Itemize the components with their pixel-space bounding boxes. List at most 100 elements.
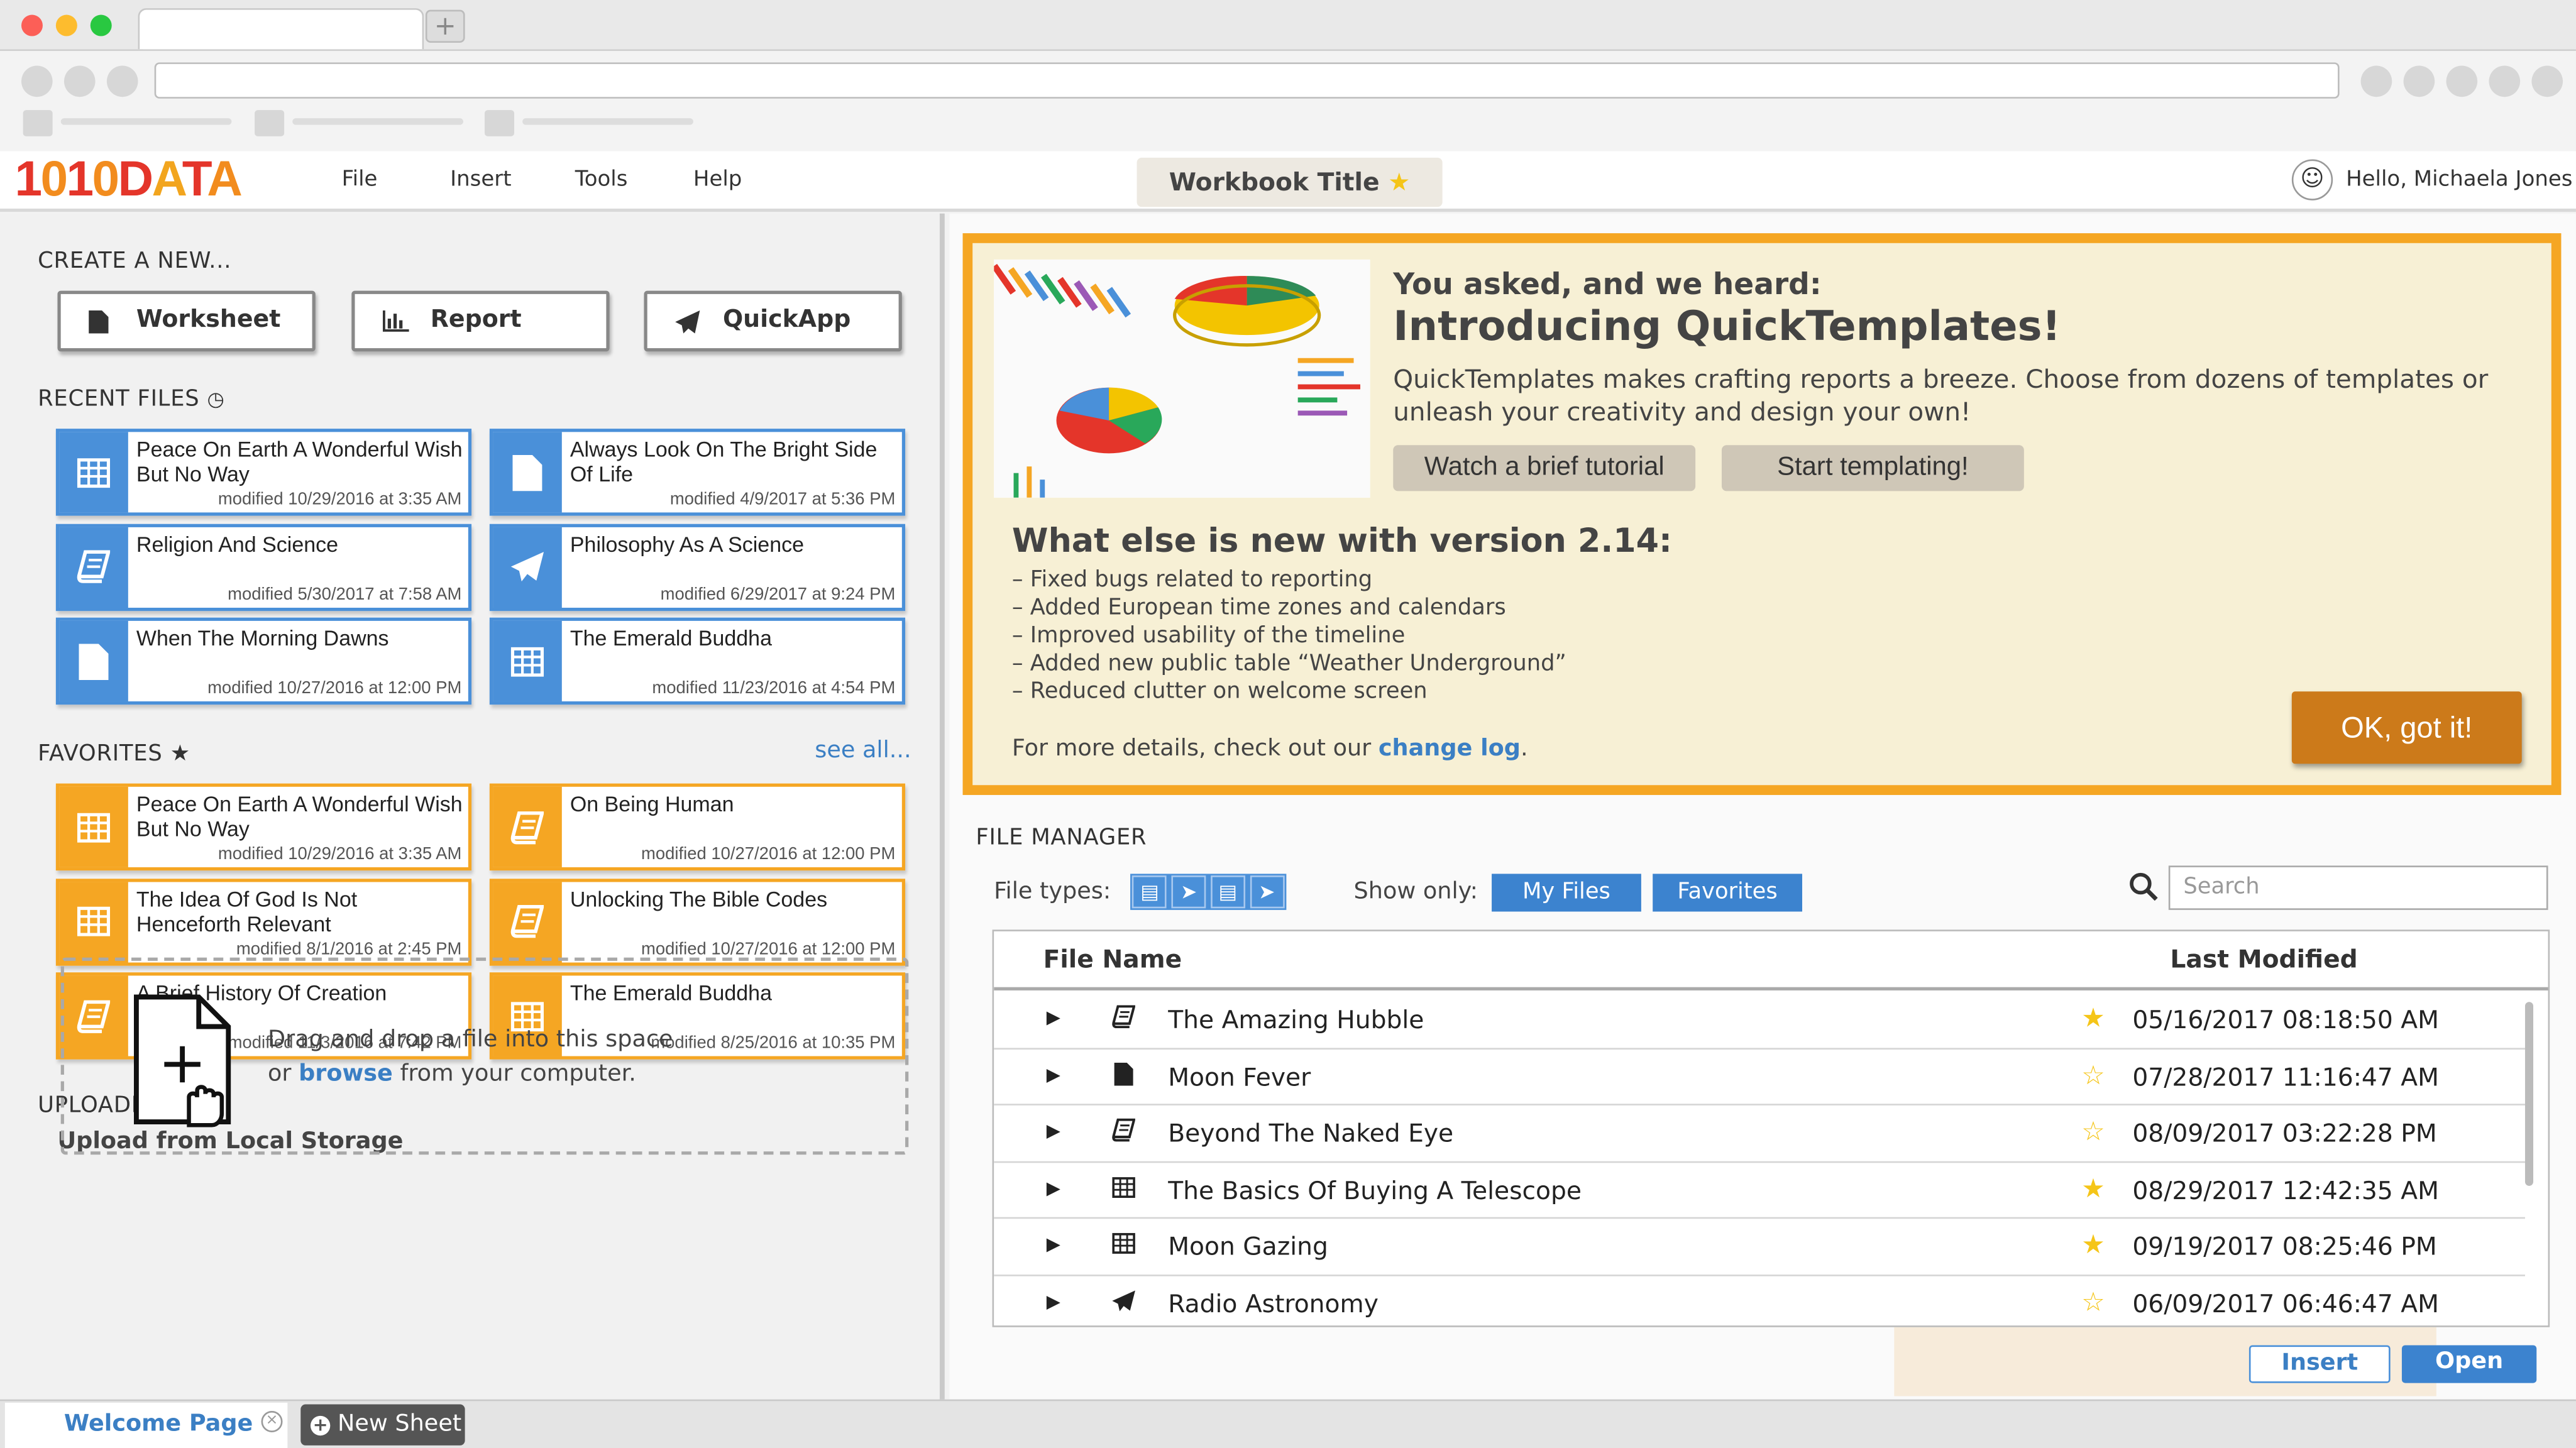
new-quickapp-button[interactable]: QuickApp: [644, 290, 902, 355]
back-icon[interactable]: [21, 65, 53, 97]
favorites-file-card[interactable]: The Idea Of God Is Not Henceforth Releva…: [55, 877, 472, 965]
reload-icon[interactable]: [106, 65, 138, 97]
avatar[interactable]: ☺: [2291, 159, 2333, 200]
watch-tutorial-button[interactable]: Watch a brief tutorial: [1393, 445, 1696, 491]
col-last-modified[interactable]: Last Modified: [2170, 945, 2357, 974]
recent-file-card[interactable]: The Emerald Buddha modified 11/23/2016 at…: [489, 617, 906, 705]
document-icon: [493, 432, 562, 513]
bookmark-icon[interactable]: [23, 110, 53, 136]
menu-tools[interactable]: Tools: [575, 168, 628, 192]
file-title: Unlocking The Bible Codes: [570, 886, 828, 911]
bookmark-label[interactable]: [522, 118, 693, 125]
user-greeting[interactable]: Hello, Michaela Jones: [2346, 168, 2572, 192]
table-scrollbar[interactable]: [2524, 1002, 2534, 1186]
star-outline-icon[interactable]: ☆: [2081, 1285, 2105, 1317]
bookmark-label[interactable]: [292, 118, 464, 125]
see-all-link[interactable]: see all...: [815, 737, 911, 764]
file-modified: modified 5/30/2017 at 7:58 AM: [228, 584, 462, 604]
modified-cell: 05/16/2017 08:18:50 AM: [2132, 1005, 2439, 1035]
toolbar-icon[interactable]: [2531, 65, 2563, 97]
expand-row-icon[interactable]: ▶: [1047, 1007, 1060, 1028]
open-button[interactable]: Open: [2401, 1345, 2537, 1383]
col-file-name[interactable]: File Name: [1043, 945, 1182, 974]
file-name-cell: Beyond The Naked Eye: [1168, 1118, 1454, 1148]
expand-row-icon[interactable]: ▶: [1047, 1234, 1060, 1255]
address-bar[interactable]: [154, 62, 2340, 99]
whats-new-heading: What else is new with version 2.14:: [1011, 520, 1672, 561]
start-templating-button[interactable]: Start templating!: [1721, 445, 2024, 491]
close-window-icon[interactable]: [21, 14, 43, 36]
paper-plane-icon[interactable]: ➤: [1249, 875, 1284, 909]
expand-row-icon[interactable]: ▶: [1047, 1063, 1060, 1085]
change-log-link[interactable]: change log: [1379, 736, 1521, 762]
star-filled-icon[interactable]: ★: [2081, 1229, 2105, 1260]
expand-row-icon[interactable]: ▶: [1047, 1290, 1060, 1312]
book-icon[interactable]: ▤: [1210, 875, 1245, 909]
table-row[interactable]: ▶ Moon Fever ☆ 07/28/2017 11:16:47 AM: [994, 1049, 2525, 1105]
close-tab-icon[interactable]: ×: [261, 1410, 283, 1432]
table-row[interactable]: ▶ The Amazing Hubble ★ 05/16/2017 08:18:50 …: [994, 992, 2525, 1049]
menu-insert[interactable]: Insert: [450, 168, 511, 192]
new-tab-button[interactable]: +: [425, 9, 465, 43]
table-row[interactable]: ▶ Beyond The Naked Eye ☆ 08/09/2017 03:22:2…: [994, 1105, 2525, 1163]
star-outline-icon[interactable]: ☆: [2081, 1058, 2105, 1090]
menu-help[interactable]: Help: [693, 168, 742, 192]
toolbar-icon[interactable]: [2360, 65, 2392, 97]
sheet-tabs: Welcome Page × + New Sheet: [0, 1399, 2576, 1448]
menu-file[interactable]: File: [342, 168, 378, 192]
paper-plane-icon: [493, 526, 562, 607]
details-prefix: For more details, check out our: [1011, 735, 1372, 762]
toolbar-icon[interactable]: [2446, 65, 2478, 97]
insert-button[interactable]: Insert: [2248, 1345, 2391, 1383]
toolbar-icon[interactable]: [2489, 65, 2521, 97]
recent-file-card[interactable]: Peace On Earth A Wonderful Wish But No W…: [55, 429, 472, 516]
expand-row-icon[interactable]: ▶: [1047, 1177, 1060, 1198]
favorites-filter[interactable]: Favorites: [1653, 874, 1803, 912]
table-row[interactable]: ▶ Moon Gazing ★ 09/19/2017 08:25:46 PM: [994, 1219, 2525, 1276]
tab-welcome-page[interactable]: Welcome Page: [4, 1402, 288, 1448]
workbook-title[interactable]: Workbook Title ★: [1137, 157, 1443, 207]
star-icon[interactable]: ★: [1388, 168, 1410, 197]
button-label: Worksheet: [136, 307, 281, 334]
browser-tab[interactable]: [138, 8, 424, 50]
document-icon: [89, 294, 109, 355]
browse-link[interactable]: browse: [299, 1061, 393, 1087]
toolbar-icon[interactable]: [2403, 65, 2435, 97]
book-icon[interactable]: ▤: [1132, 875, 1167, 909]
paper-plane-icon[interactable]: ➤: [1171, 875, 1206, 909]
star-filled-icon[interactable]: ★: [2081, 1002, 2105, 1033]
banner-body: QuickTemplates makes crafting reports a …: [1393, 365, 2489, 427]
paper-plane-icon: [675, 294, 700, 355]
bullet-item: – Added European time zones and calendar…: [1011, 595, 1506, 621]
recent-file-card[interactable]: Religion And Science modified 5/30/2017 a…: [55, 523, 472, 610]
favorites-file-card[interactable]: Unlocking The Bible Codes modified 10/27/…: [489, 877, 906, 965]
minimize-window-icon[interactable]: [55, 14, 77, 36]
favorites-file-card[interactable]: On Being Human modified 10/27/2016 at 12:…: [489, 783, 906, 871]
new-report-button[interactable]: Report: [351, 290, 610, 352]
search-input[interactable]: Search: [2168, 865, 2548, 910]
new-worksheet-button[interactable]: Worksheet: [57, 290, 316, 355]
recent-file-card[interactable]: When The Morning Dawns modified 10/27/201…: [55, 617, 472, 705]
search-icon[interactable]: [2129, 872, 2159, 908]
bookmark-label[interactable]: [60, 118, 232, 125]
table-row[interactable]: ▶ The Basics Of Buying A Telescope ★ 08/29/…: [994, 1162, 2525, 1219]
star-outline-icon[interactable]: ☆: [2081, 1116, 2105, 1147]
tab-new-sheet[interactable]: + New Sheet: [300, 1404, 465, 1445]
star-icon: ★: [170, 740, 191, 767]
bookmark-icon[interactable]: [484, 110, 515, 136]
favorites-file-card[interactable]: Peace On Earth A Wonderful Wish But No W…: [55, 783, 472, 871]
forward-icon[interactable]: [63, 65, 96, 97]
bookmark-icon[interactable]: [255, 110, 285, 136]
recent-file-card[interactable]: Always Look On The Bright Side Of Life mo…: [489, 429, 906, 516]
expand-row-icon[interactable]: ▶: [1047, 1120, 1060, 1141]
show-only-label: Show only:: [1353, 879, 1478, 906]
ok-got-it-button[interactable]: OK, got it!: [2291, 691, 2522, 764]
upload-dropzone[interactable]: Drag and drop a file into this space or …: [60, 957, 909, 1155]
my-files-filter[interactable]: My Files: [1492, 874, 1641, 912]
table-row[interactable]: ▶ Radio Astronomy ☆ 06/09/2017 06:46:47 AM: [994, 1275, 2525, 1325]
workbook-title-text[interactable]: Workbook Title: [1169, 168, 1380, 197]
banner-image: [994, 259, 1370, 498]
recent-file-card[interactable]: Philosophy As A Science modified 6/29/201…: [489, 523, 906, 610]
star-filled-icon[interactable]: ★: [2081, 1172, 2105, 1204]
maximize-window-icon[interactable]: [90, 14, 112, 36]
